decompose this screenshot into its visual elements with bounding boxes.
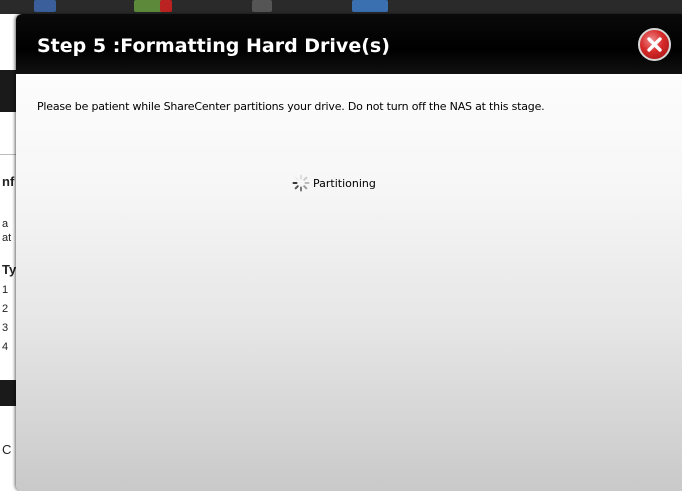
background-text: a [2, 218, 9, 230]
close-button[interactable] [638, 28, 671, 61]
background-text: at [2, 232, 12, 244]
background-text: 2 [2, 303, 9, 315]
background-text: nf [2, 174, 15, 189]
close-icon [647, 37, 662, 52]
background-icon [352, 0, 388, 12]
background-text: 1 [2, 284, 9, 296]
background-band [0, 380, 16, 406]
background-text: C [2, 442, 12, 457]
progress-status: Partitioning [292, 174, 376, 192]
background-text: Ty [2, 262, 16, 277]
background-top-bar [0, 0, 682, 14]
dialog-title: Step 5 :Formatting Hard Drive(s) [37, 35, 390, 57]
background-text: 3 [2, 322, 9, 334]
background-icon [34, 0, 56, 12]
background-text: 4 [2, 341, 9, 353]
background-page: nf a at Ty 1 2 3 4 C [0, 14, 16, 491]
background-icon [252, 0, 272, 12]
dialog-header: Step 5 :Formatting Hard Drive(s) [16, 14, 682, 76]
background-divider [0, 154, 16, 155]
dialog-message: Please be patient while ShareCenter part… [37, 100, 545, 113]
formatting-dialog: Step 5 :Formatting Hard Drive(s) Please … [16, 14, 682, 491]
background-icon [160, 0, 172, 12]
loading-spinner-icon [292, 174, 310, 192]
status-text: Partitioning [313, 176, 376, 190]
background-band [0, 70, 16, 112]
